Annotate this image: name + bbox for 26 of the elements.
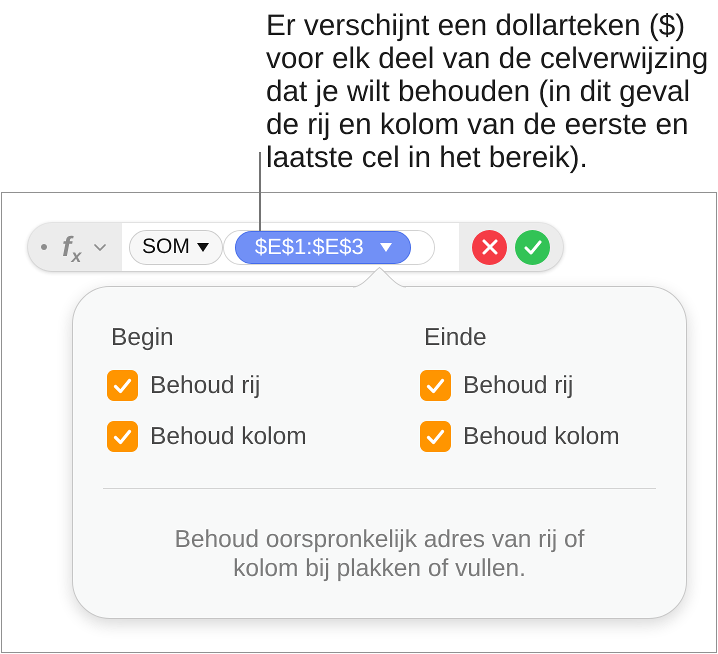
accept-button[interactable]	[515, 230, 550, 264]
checkbox[interactable]	[107, 370, 138, 401]
checkbox[interactable]	[107, 421, 138, 452]
column-heading: Einde	[424, 323, 488, 352]
checkbox-label[interactable]: Behoud rij	[150, 371, 260, 400]
caret-icon	[380, 242, 392, 252]
function-token[interactable]: SOM	[129, 230, 223, 264]
checkbox[interactable]	[420, 370, 451, 401]
checkbox-label[interactable]: Behoud kolom	[150, 422, 307, 451]
chevron-down-icon[interactable]	[94, 244, 106, 250]
checkbox-label[interactable]: Behoud kolom	[463, 422, 620, 451]
caret-icon	[196, 242, 209, 252]
checkmark-icon	[524, 240, 542, 254]
dot-icon	[41, 244, 47, 250]
cancel-button[interactable]	[472, 230, 507, 264]
callout-text: Er verschijnt een dollarteken ($) voor elk deel van de celverwijzing dat je wilt behouden (in dit geval de rij en kolom van de eerste en laatste cel in het bereik).	[266, 9, 708, 174]
checkbox-label[interactable]: Behoud rij	[463, 371, 574, 400]
checkbox[interactable]	[420, 421, 451, 452]
close-icon	[482, 239, 498, 255]
formula-field[interactable]: SOM $E$1:$E$3	[122, 223, 459, 271]
column-heading: Begin	[111, 323, 175, 352]
checkmark-icon	[113, 428, 132, 444]
checkmark-icon	[426, 428, 445, 444]
checkmark-icon	[113, 378, 132, 394]
checkmark-icon	[426, 378, 445, 394]
hint-text: Behoud oorspronkelijk adres van rij of kolom bij plakken of vullen.	[174, 525, 586, 583]
